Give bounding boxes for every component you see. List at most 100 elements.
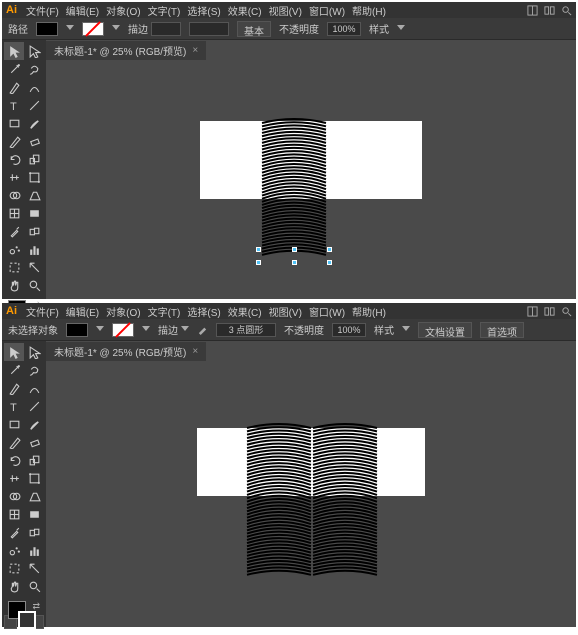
close-icon[interactable]: ×: [192, 45, 198, 56]
tool-curvature[interactable]: [24, 379, 44, 397]
prefs-button[interactable]: 首选项: [480, 322, 524, 338]
menu-file[interactable]: 文件(F): [24, 304, 61, 319]
tool-eyedropper[interactable]: [4, 523, 24, 541]
menu-effect[interactable]: 效果(C): [226, 304, 264, 319]
menu-type[interactable]: 文字(T): [146, 304, 183, 319]
layout-icon[interactable]: [527, 5, 538, 16]
tool-blend[interactable]: [24, 222, 44, 240]
tool-perspective[interactable]: [24, 487, 44, 505]
tool-direct-sel[interactable]: [24, 343, 44, 361]
fill-dropdown-icon[interactable]: [66, 25, 74, 33]
tool-magic-wand[interactable]: [4, 60, 24, 78]
tool-scale[interactable]: [24, 150, 44, 168]
menu-edit[interactable]: 编辑(E): [64, 304, 101, 319]
tool-line[interactable]: [24, 397, 44, 415]
tool-paintbrush[interactable]: [24, 415, 44, 433]
tool-eraser[interactable]: [24, 132, 44, 150]
blend-object-right[interactable]: [311, 422, 379, 582]
handle-bc[interactable]: [292, 260, 297, 265]
tool-eyedropper[interactable]: [4, 222, 24, 240]
tool-gradient[interactable]: [24, 505, 44, 523]
stroke-swatch[interactable]: [82, 22, 104, 36]
arrange-icon[interactable]: [544, 306, 555, 317]
stroke-dropdown-icon[interactable]: [142, 326, 150, 334]
menu-select[interactable]: 选择(S): [185, 304, 222, 319]
tool-hand[interactable]: [4, 577, 24, 595]
tool-selection[interactable]: [4, 42, 24, 60]
fill-swatch[interactable]: [66, 323, 88, 337]
tool-artboard[interactable]: [4, 258, 24, 276]
search-icon[interactable]: [561, 306, 572, 317]
menu-edit[interactable]: 编辑(E): [64, 3, 101, 18]
tool-blend[interactable]: [24, 523, 44, 541]
document-tab[interactable]: 未标题-1* @ 25% (RGB/预览) ×: [46, 41, 206, 60]
tool-pencil[interactable]: [4, 433, 24, 451]
tool-column-graph[interactable]: [24, 240, 44, 258]
tool-selection[interactable]: [4, 343, 24, 361]
fill-dropdown-icon[interactable]: [96, 326, 104, 334]
tool-column-graph[interactable]: [24, 541, 44, 559]
doc-setup-button[interactable]: 文档设置: [418, 322, 472, 338]
menu-help[interactable]: 帮助(H): [350, 304, 388, 319]
menu-window[interactable]: 窗口(W): [307, 3, 347, 18]
stroke-dropdown-icon[interactable]: [112, 25, 120, 33]
tool-zoom[interactable]: [24, 276, 44, 294]
handle-br[interactable]: [327, 260, 332, 265]
tool-free-transform[interactable]: [24, 469, 44, 487]
menu-window[interactable]: 窗口(W): [307, 304, 347, 319]
tool-slice[interactable]: [24, 559, 44, 577]
tool-hand[interactable]: [4, 276, 24, 294]
menu-view[interactable]: 视图(V): [267, 304, 304, 319]
menu-view[interactable]: 视图(V): [267, 3, 304, 18]
tool-gradient[interactable]: [24, 204, 44, 222]
handle-bl[interactable]: [256, 260, 261, 265]
tool-rotate[interactable]: [4, 451, 24, 469]
tool-perspective[interactable]: [24, 186, 44, 204]
menu-effect[interactable]: 效果(C): [226, 3, 264, 18]
brush-icon[interactable]: [197, 324, 208, 335]
arrange-icon[interactable]: [544, 5, 555, 16]
menu-object[interactable]: 对象(O): [104, 304, 142, 319]
swap-colors-icon[interactable]: ⇄: [32, 601, 40, 612]
tool-type[interactable]: T: [4, 397, 24, 415]
blend-object-left[interactable]: [245, 422, 313, 582]
menu-object[interactable]: 对象(O): [104, 3, 142, 18]
canvas-workspace[interactable]: [46, 60, 576, 299]
tool-mesh[interactable]: [4, 505, 24, 523]
tool-rectangle[interactable]: [4, 415, 24, 433]
stroke-swatch[interactable]: [112, 323, 134, 337]
tool-magic-wand[interactable]: [4, 361, 24, 379]
opacity-input[interactable]: [332, 323, 366, 337]
tool-pen[interactable]: [4, 379, 24, 397]
document-tab[interactable]: 未标题-1* @ 25% (RGB/预览) ×: [46, 342, 206, 361]
handle-tc[interactable]: [292, 247, 297, 252]
tool-symbol-spray[interactable]: [4, 541, 24, 559]
canvas-workspace[interactable]: [46, 361, 576, 627]
tool-rectangle[interactable]: [4, 114, 24, 132]
basic-appearance-button[interactable]: 基本: [237, 21, 271, 37]
menu-help[interactable]: 帮助(H): [350, 3, 388, 18]
tool-line[interactable]: [24, 96, 44, 114]
close-icon[interactable]: ×: [192, 346, 198, 357]
handle-tr[interactable]: [327, 247, 332, 252]
tool-paintbrush[interactable]: [24, 114, 44, 132]
opacity-input[interactable]: [327, 22, 361, 36]
layout-icon[interactable]: [527, 306, 538, 317]
blend-object[interactable]: [260, 117, 328, 262]
color-picker[interactable]: ⇄: [4, 599, 44, 635]
search-icon[interactable]: [561, 5, 572, 16]
tool-type[interactable]: T: [4, 96, 24, 114]
tool-shape-builder[interactable]: [4, 186, 24, 204]
tool-scale[interactable]: [24, 451, 44, 469]
tool-width[interactable]: [4, 168, 24, 186]
style-dropdown-icon[interactable]: [397, 25, 405, 33]
tool-shape-builder[interactable]: [4, 487, 24, 505]
tool-lasso[interactable]: [24, 361, 44, 379]
tool-lasso[interactable]: [24, 60, 44, 78]
stroke-weight-dropdown-icon[interactable]: [181, 326, 189, 334]
tool-symbol-spray[interactable]: [4, 240, 24, 258]
style-dropdown-icon[interactable]: [402, 326, 410, 334]
menu-select[interactable]: 选择(S): [185, 3, 222, 18]
stroke-weight-input[interactable]: [151, 22, 181, 36]
brush-def-input[interactable]: [216, 323, 276, 337]
